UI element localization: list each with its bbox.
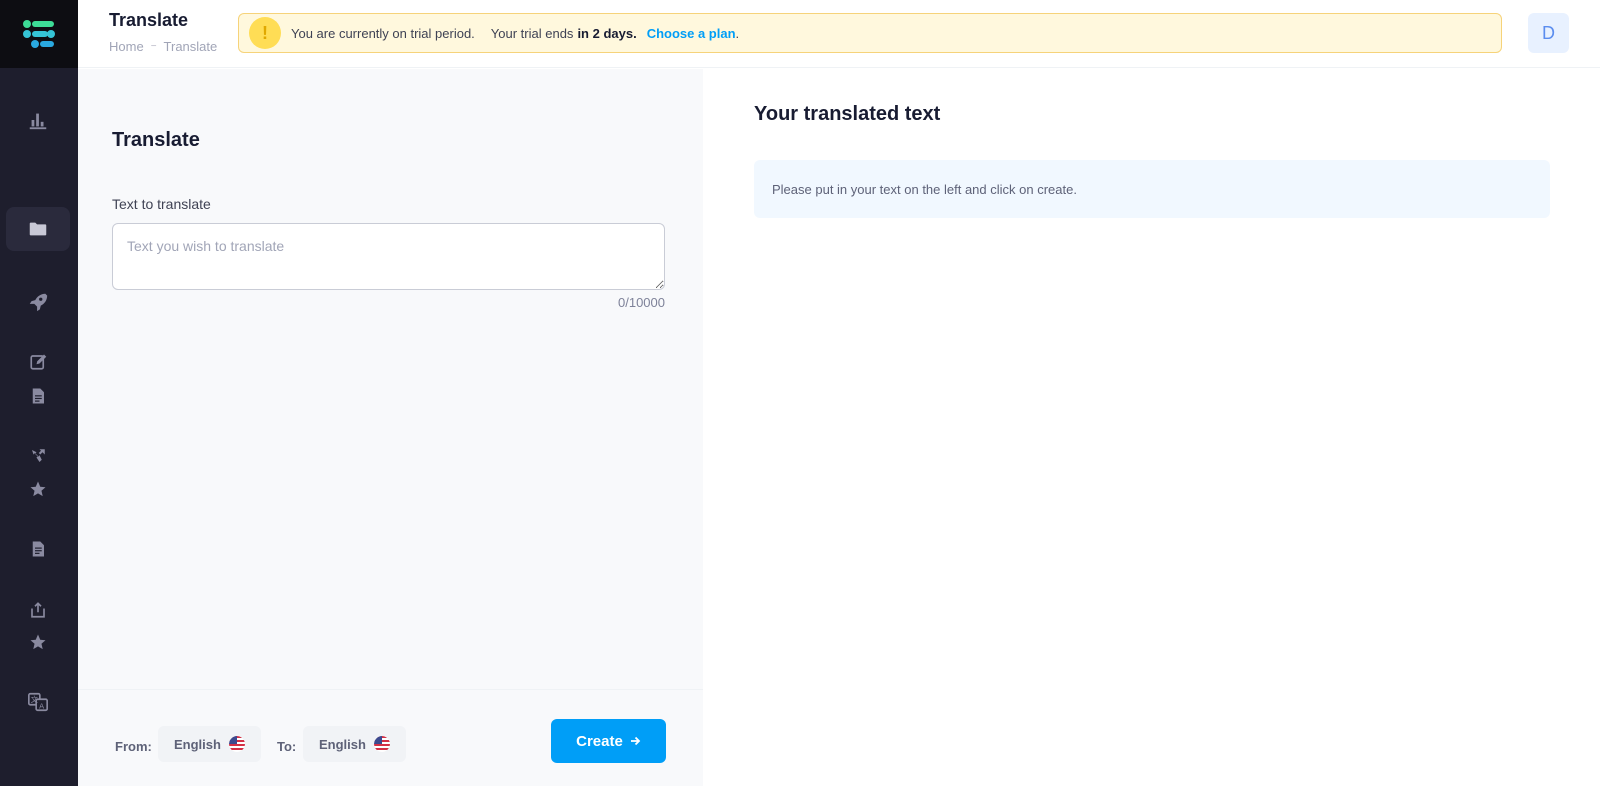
sidebar-item-launch[interactable] [6, 280, 70, 324]
logo-icon [23, 20, 55, 48]
trial-ends-text: Your trial ends [490, 25, 574, 41]
sidebar-item-dashboard[interactable] [6, 98, 70, 142]
sidebar-item-starred[interactable] [6, 620, 70, 664]
from-label: From: [115, 739, 152, 754]
top-header: Translate Home − Translate ! You are cur… [78, 0, 1600, 68]
to-label: To: [277, 739, 297, 754]
from-language-value: English [174, 736, 221, 752]
rocket-icon [29, 293, 48, 312]
translate-icon: 文 A [28, 692, 48, 712]
trial-banner: ! You are currently on trial period. You… [238, 13, 1502, 53]
char-counter: 0/10000 [618, 295, 665, 310]
create-button-label: Create [576, 732, 623, 750]
breadcrumb-current: Translate [163, 39, 218, 54]
choose-plan-link[interactable]: Choose a plan [647, 26, 736, 41]
text-to-translate-input[interactable] [112, 223, 665, 290]
translate-input-panel: Translate Text to translate 0/10000 From… [78, 69, 703, 786]
user-avatar[interactable]: D [1528, 13, 1569, 53]
translation-output-panel: Your translated text Please put in your … [703, 69, 1600, 786]
star-icon [30, 481, 46, 497]
us-flag-icon [228, 736, 245, 752]
warning-icon: ! [249, 17, 281, 49]
to-language-select[interactable]: English [303, 726, 406, 762]
trial-status-text: You are currently on trial period. [291, 25, 475, 41]
output-panel-title: Your translated text [754, 103, 941, 125]
svg-text:文: 文 [31, 695, 39, 704]
rocket-alt-icon [32, 449, 45, 462]
translation-result-box: Please put in your text on the left and … [754, 160, 1550, 218]
app-logo[interactable] [0, 0, 78, 68]
sidebar-item-reports[interactable] [6, 527, 70, 571]
svg-text:A: A [39, 701, 44, 710]
sidebar-item-documents[interactable] [6, 374, 70, 418]
empty-result-message: Please put in your text on the left and … [772, 181, 1077, 197]
breadcrumb-home[interactable]: Home [109, 39, 144, 54]
text-to-translate-label: Text to translate [112, 196, 211, 212]
folder-icon [29, 222, 47, 236]
from-language-select[interactable]: English [158, 726, 261, 762]
us-flag-icon [373, 736, 390, 752]
breadcrumb-separator: − [150, 41, 157, 52]
trial-suffix: . [735, 25, 740, 41]
sidebar: 文 A [0, 0, 78, 786]
sidebar-item-translate[interactable]: 文 A [6, 680, 70, 724]
arrow-right-icon [630, 736, 641, 746]
upload-icon [31, 602, 45, 618]
document-icon [32, 388, 44, 404]
breadcrumb: Home − Translate [109, 39, 217, 54]
sidebar-item-favorites[interactable] [6, 467, 70, 511]
edit-icon [30, 354, 47, 370]
input-panel-title: Translate [112, 129, 200, 151]
trial-days-text: in 2 days. [577, 25, 637, 41]
sidebar-item-projects[interactable] [6, 207, 70, 251]
translate-options-bar: From: English To: English Create [78, 689, 703, 786]
star-icon [30, 634, 46, 650]
bar-chart-icon [29, 113, 47, 130]
document-list-icon [32, 541, 44, 557]
page-title: Translate [109, 10, 189, 30]
to-language-value: English [319, 736, 366, 752]
create-button[interactable]: Create [551, 719, 666, 763]
